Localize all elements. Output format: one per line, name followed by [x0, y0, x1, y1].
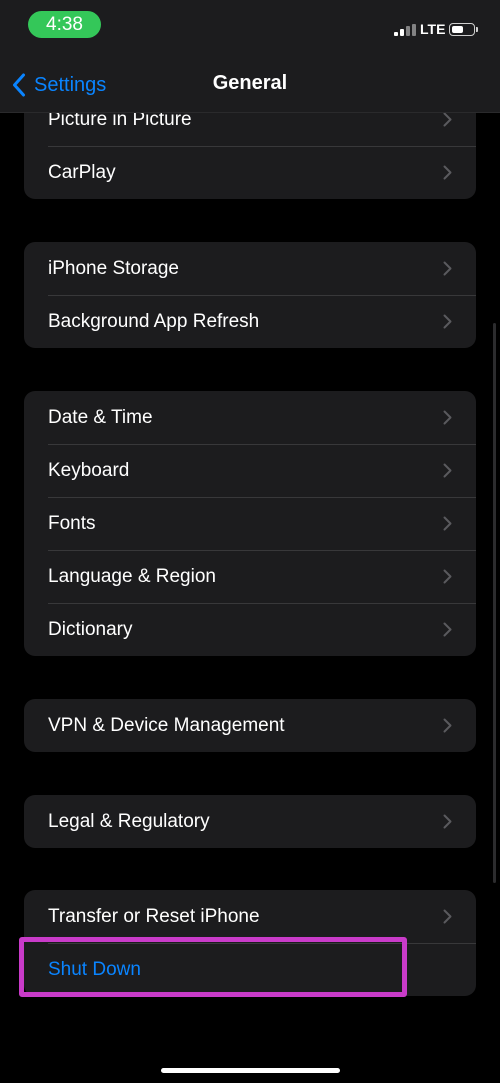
- network-type: LTE: [420, 21, 446, 37]
- chevron-right-icon: [443, 718, 452, 733]
- settings-group-media: Picture in Picture CarPlay: [24, 113, 476, 199]
- row-label: Date & Time: [48, 407, 153, 428]
- settings-row-legal-regulatory[interactable]: Legal & Regulatory: [24, 795, 476, 848]
- row-label: Background App Refresh: [48, 311, 260, 332]
- battery-level: [451, 25, 463, 33]
- settings-row-picture-in-picture[interactable]: Picture in Picture: [24, 113, 476, 146]
- row-label: Dictionary: [48, 619, 133, 640]
- chevron-right-icon: [443, 622, 452, 637]
- chevron-right-icon: [443, 314, 452, 329]
- chevron-right-icon: [443, 463, 452, 478]
- chevron-right-icon: [443, 410, 452, 425]
- settings-group-legal: Legal & Regulatory: [24, 795, 476, 848]
- navigation-bar: Settings General: [0, 56, 500, 113]
- row-label: Picture in Picture: [48, 113, 192, 130]
- settings-row-background-app-refresh[interactable]: Background App Refresh: [24, 295, 476, 348]
- settings-row-vpn-device-management[interactable]: VPN & Device Management: [24, 699, 476, 752]
- row-label: CarPlay: [48, 162, 116, 183]
- settings-row-carplay[interactable]: CarPlay: [24, 146, 476, 199]
- settings-row-language-region[interactable]: Language & Region: [24, 550, 476, 603]
- chevron-right-icon: [443, 113, 452, 127]
- row-label: Language & Region: [48, 566, 216, 587]
- scroll-indicator[interactable]: [493, 323, 496, 883]
- settings-row-dictionary[interactable]: Dictionary: [24, 603, 476, 656]
- row-label: Fonts: [48, 513, 96, 534]
- cellular-signal-icon: [394, 24, 416, 36]
- battery-tip: [476, 27, 478, 32]
- chevron-right-icon: [443, 569, 452, 584]
- page-title: General: [212, 72, 288, 94]
- settings-row-iphone-storage[interactable]: iPhone Storage: [24, 242, 476, 295]
- status-bar: 4:38 LTE: [0, 0, 500, 56]
- settings-group-vpn: VPN & Device Management: [24, 699, 476, 752]
- row-label: Transfer or Reset iPhone: [48, 906, 260, 927]
- status-time[interactable]: 4:38: [28, 11, 101, 38]
- chevron-right-icon: [443, 165, 452, 180]
- settings-group-locale: Date & Time Keyboard Fonts Language & Re…: [24, 391, 476, 656]
- settings-row-date-time[interactable]: Date & Time: [24, 391, 476, 444]
- highlight-box: [19, 937, 407, 997]
- settings-row-keyboard[interactable]: Keyboard: [24, 444, 476, 497]
- row-label: iPhone Storage: [48, 258, 179, 279]
- chevron-right-icon: [443, 516, 452, 531]
- settings-row-fonts[interactable]: Fonts: [24, 497, 476, 550]
- chevron-right-icon: [443, 261, 452, 276]
- row-label: Keyboard: [48, 460, 130, 481]
- home-indicator[interactable]: [161, 1068, 340, 1073]
- settings-group-storage: iPhone Storage Background App Refresh: [24, 242, 476, 348]
- chevron-right-icon: [443, 814, 452, 829]
- settings-row-transfer-reset-iphone[interactable]: Transfer or Reset iPhone: [24, 890, 476, 943]
- battery-icon: [449, 23, 475, 36]
- chevron-right-icon: [443, 909, 452, 924]
- row-label: Legal & Regulatory: [48, 811, 210, 832]
- row-label: VPN & Device Management: [48, 715, 285, 736]
